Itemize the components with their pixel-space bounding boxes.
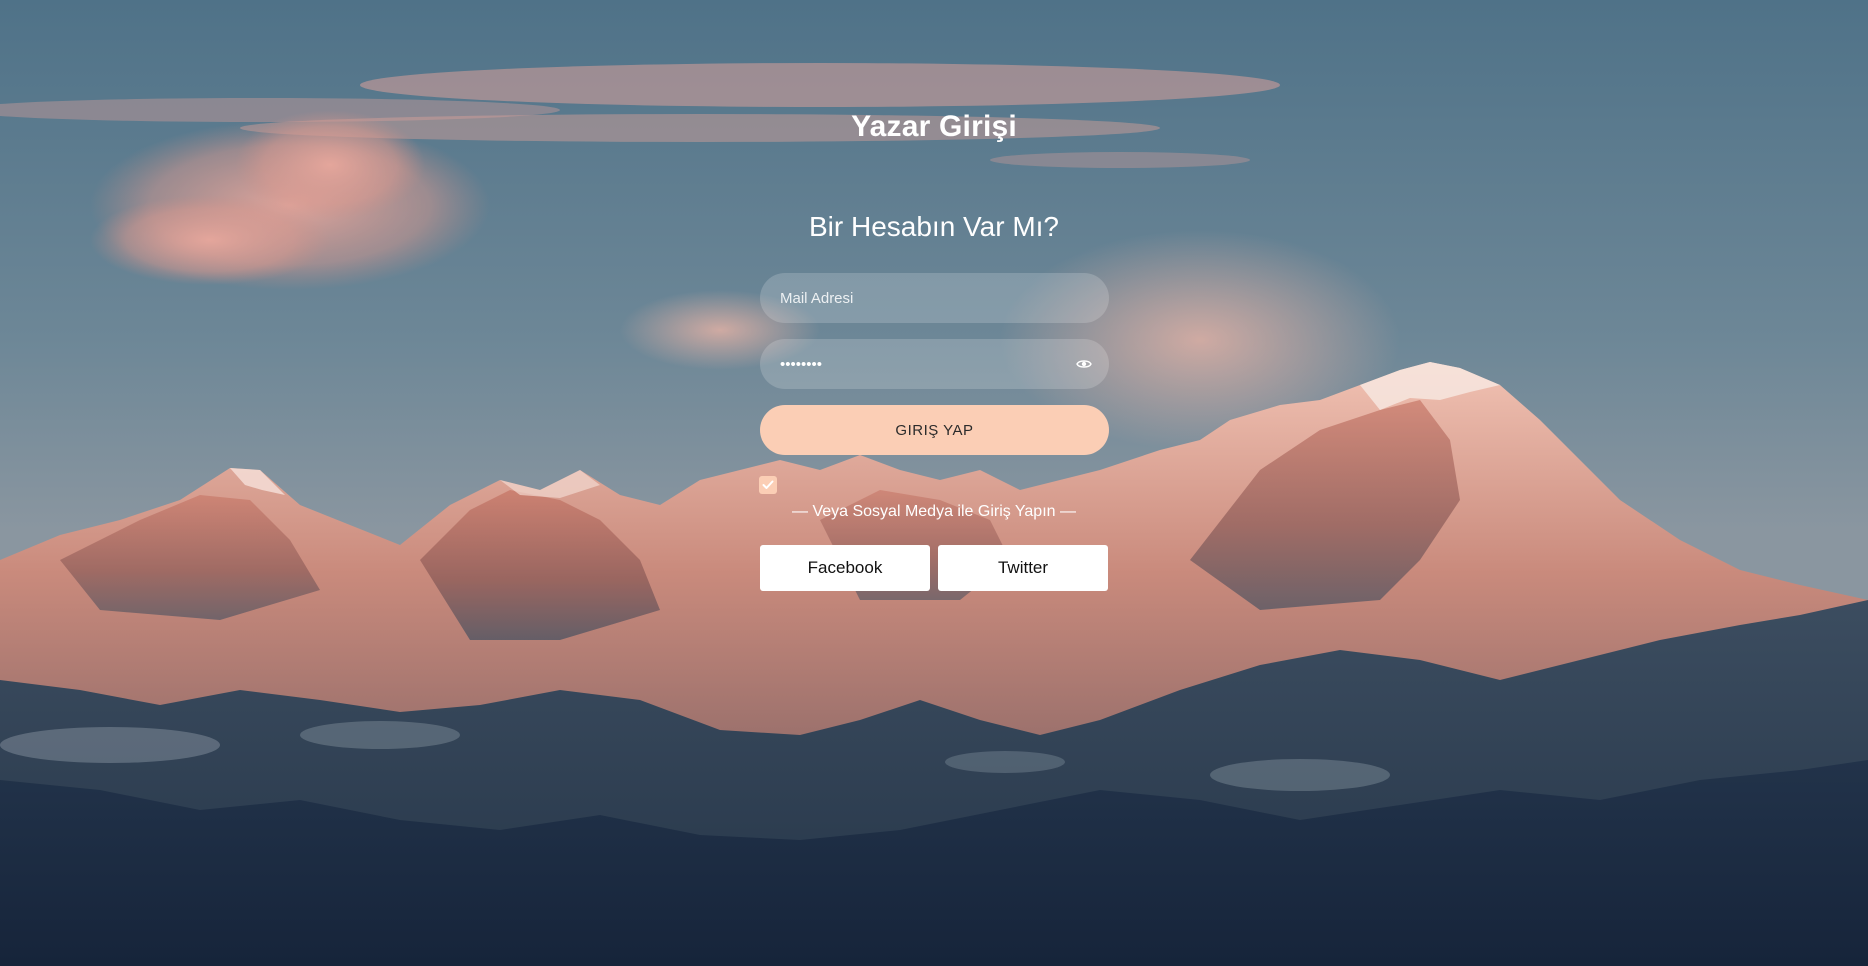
page-title: Yazar Girişi (851, 110, 1017, 143)
twitter-login-button[interactable]: Twitter (938, 545, 1108, 591)
social-login-divider: — Veya Sosyal Medya ile Giriş Yapın — (792, 503, 1076, 520)
password-field-container (760, 339, 1109, 389)
eye-icon[interactable] (1073, 352, 1095, 376)
email-field-container (760, 273, 1109, 323)
checkmark-icon (762, 480, 774, 489)
login-subtitle: Bir Hesabın Var Mı? (808, 211, 1060, 242)
login-button[interactable]: GIRIŞ YAP (760, 405, 1109, 455)
login-page: Yazar Girişi Bir Hesabın Var Mı? GIRIŞ Y… (0, 0, 1868, 966)
mountain-background-image (0, 0, 1868, 966)
email-input[interactable] (760, 273, 1109, 323)
password-input[interactable] (760, 339, 1109, 389)
facebook-login-button[interactable]: Facebook (760, 545, 930, 591)
remember-checkbox[interactable] (759, 476, 777, 494)
